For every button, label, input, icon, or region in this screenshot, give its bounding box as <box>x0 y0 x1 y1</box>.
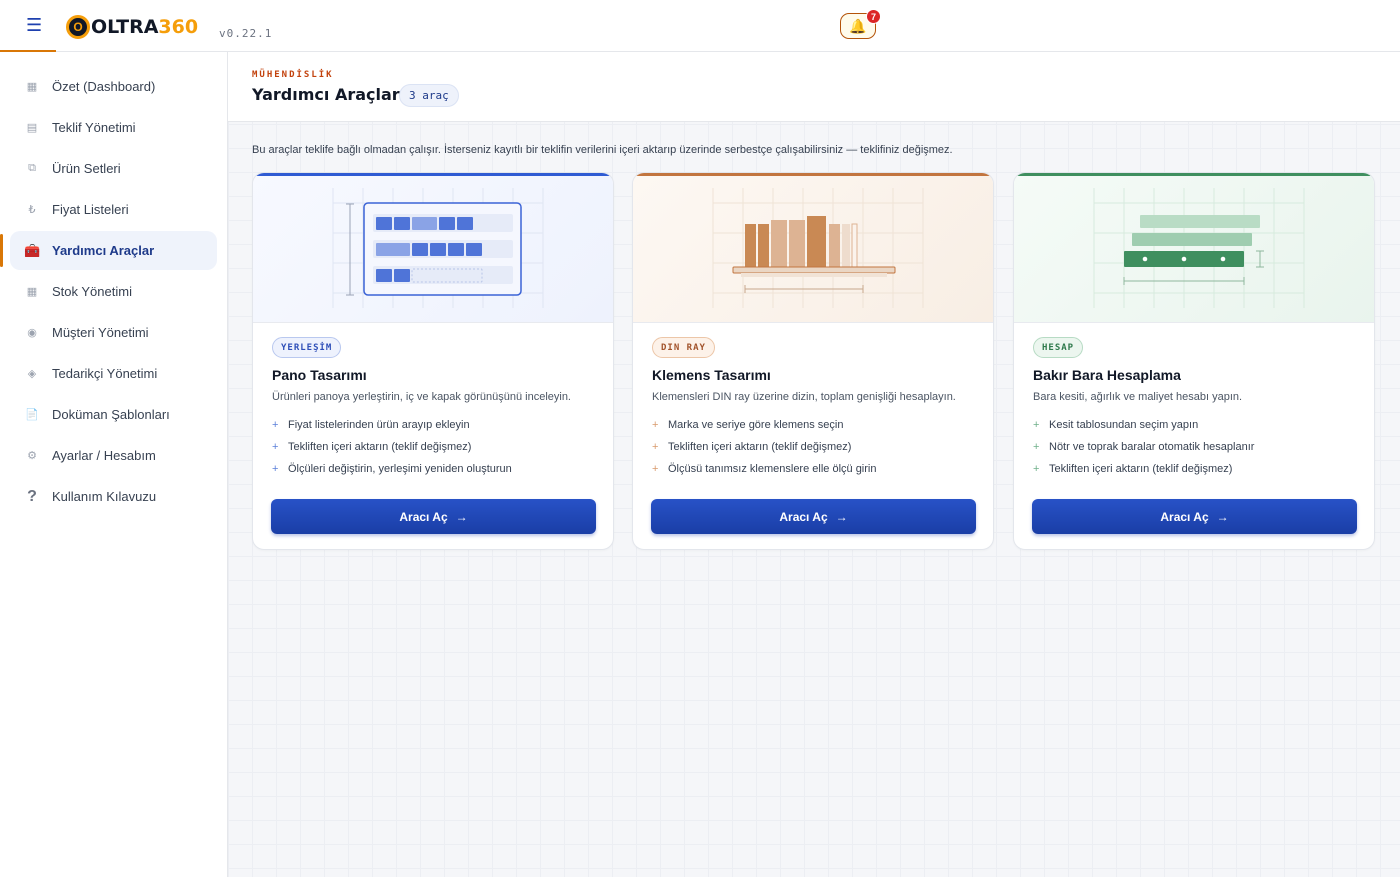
help-icon: ? <box>27 487 37 505</box>
main-content: MÜHENDİSLİK Yardımcı Araçlar 3 araç Bu a… <box>228 52 1400 877</box>
card-description: Bara kesiti, ağırlık ve maliyet hesabı y… <box>1033 391 1243 403</box>
sidebar-item-settings[interactable]: ⚙ Ayarlar / Hesabım <box>10 436 217 475</box>
busbar-illustration <box>1014 173 1374 323</box>
tool-count-badge: 3 araç <box>399 84 459 107</box>
sidebar-item-customers[interactable]: ◉ Müşteri Yönetimi <box>10 313 217 352</box>
card-description: Ürünleri panoya yerleştirin, iç ve kapak… <box>272 391 571 403</box>
page-title: Yardımcı Araçlar <box>252 85 400 104</box>
sidebar-item-stock[interactable]: ▦ Stok Yönetimi <box>10 272 217 311</box>
page-eyebrow: MÜHENDİSLİK <box>252 70 334 80</box>
toolbox-icon: 🧰 <box>24 242 41 258</box>
sidebar-item-price-lists[interactable]: ₺ Fiyat Listeleri <box>10 190 217 229</box>
sidebar-item-suppliers[interactable]: ◈ Tedarikçi Yönetimi <box>10 354 217 393</box>
document-icon: 📄 <box>25 409 39 421</box>
feature-item: + Tekliften içeri aktarın (teklif değişme… <box>652 441 852 453</box>
card-tag: HESAP <box>1033 337 1084 358</box>
feature-item: + Kesit tablosundan seçim yapın <box>1033 419 1199 431</box>
arrow-right-icon: → <box>1216 509 1229 524</box>
tool-card-busbar-calc: HESAP Bakır Bara Hesaplama Bara kesiti, … <box>1013 172 1375 550</box>
arrow-right-icon: → <box>835 509 848 524</box>
page-header: MÜHENDİSLİK Yardımcı Araçlar 3 araç <box>228 52 1400 122</box>
sidebar: ▦ Özet (Dashboard) ▤ Teklif Yönetimi ⧉ Ürün… <box>0 52 228 877</box>
feature-item: + Ölçüleri değiştirin, yerleşimi yeniden … <box>272 463 512 475</box>
sidebar-item-product-sets[interactable]: ⧉ Ürün Setleri <box>10 149 217 188</box>
sidebar-item-guide[interactable]: ? Kullanım Kılavuzu <box>10 477 217 516</box>
sidebar-item-templates[interactable]: 📄 Doküman Şablonları <box>10 395 217 434</box>
card-tag: YERLEŞİM <box>272 337 342 358</box>
page-intro: Bu araçlar teklife bağlı olmadan çalışır… <box>252 144 953 156</box>
dashboard-icon: ▦ <box>26 81 38 93</box>
logo-mark: O <box>66 15 90 39</box>
card-title: Pano Tasarımı <box>272 367 367 383</box>
terminal-illustration <box>633 173 993 323</box>
card-title: Bakır Bara Hesaplama <box>1033 367 1181 383</box>
offers-icon: ▤ <box>26 122 38 134</box>
feature-item: + Fiyat listelerinden ürün arayıp ekleyin <box>272 419 470 431</box>
product-sets-icon: ⧉ <box>28 162 36 174</box>
sidebar-item-tools[interactable]: 🧰 Yardımcı Araçlar <box>0 231 217 270</box>
top-bar: ☰ O OLTRA360 v0.22.1 🔔 7 <box>0 0 1400 52</box>
open-tool-button[interactable]: Aracı Aç → <box>651 499 976 534</box>
feature-item: + Tekliften içeri aktarın (teklif değişme… <box>1033 463 1233 475</box>
stock-icon: ▦ <box>26 286 38 298</box>
tool-card-panel-design: YERLEŞİM Pano Tasarımı Ürünleri panoya y… <box>252 172 614 550</box>
tool-card-terminal-design: DIN RAY Klemens Tasarımı Klemensleri DIN… <box>632 172 994 550</box>
gear-icon: ⚙ <box>27 450 37 462</box>
lira-icon: ₺ <box>28 204 36 216</box>
card-tag: DIN RAY <box>652 337 715 358</box>
card-title: Klemens Tasarımı <box>652 367 771 383</box>
feature-item: + Ölçüsü tanımsız klemenslere elle ölçü g… <box>652 463 877 475</box>
hamburger-menu-icon[interactable]: ☰ <box>26 16 42 34</box>
feature-item: + Marka ve seriye göre klemens seçin <box>652 419 844 431</box>
sidebar-item-dashboard[interactable]: ▦ Özet (Dashboard) <box>10 67 217 106</box>
panel-illustration <box>253 173 613 323</box>
customers-icon: ◉ <box>27 327 37 339</box>
suppliers-icon: ◈ <box>27 368 37 380</box>
sidebar-item-offers[interactable]: ▤ Teklif Yönetimi <box>10 108 217 147</box>
logo[interactable]: O OLTRA360 <box>66 14 198 40</box>
arrow-right-icon: → <box>455 509 468 524</box>
notification-count-badge: 7 <box>866 9 881 24</box>
open-tool-button[interactable]: Aracı Aç → <box>1032 499 1357 534</box>
open-tool-button[interactable]: Aracı Aç → <box>271 499 596 534</box>
logo-text: OLTRA360 <box>91 16 199 38</box>
card-description: Klemensleri DIN ray üzerine dizin, topla… <box>652 391 956 403</box>
feature-item: + Tekliften içeri aktarın (teklif değişme… <box>272 441 472 453</box>
app-version: v0.22.1 <box>219 27 273 40</box>
feature-item: + Nötr ve toprak baralar otomatik hesapla… <box>1033 441 1255 453</box>
